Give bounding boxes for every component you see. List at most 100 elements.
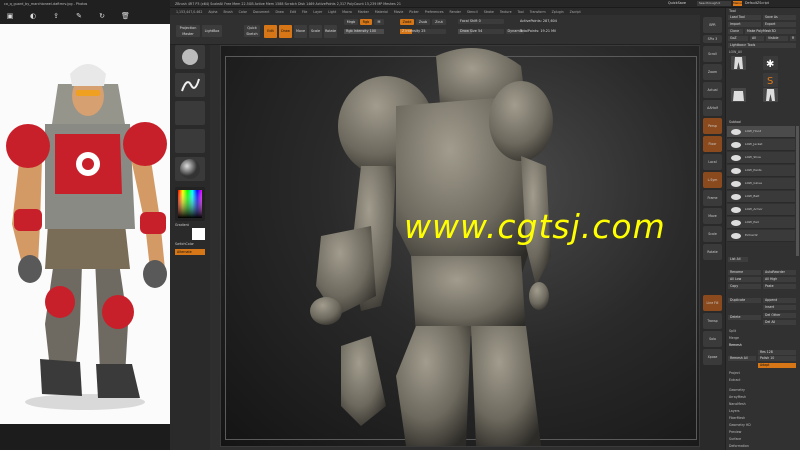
default-zscript-label[interactable]: DefaultZScript	[745, 1, 769, 5]
menu-preferences[interactable]: Preferences	[425, 10, 444, 14]
zoom-button[interactable]: Zoom	[703, 64, 722, 80]
move-button[interactable]: Move	[294, 25, 307, 38]
aahalf-button[interactable]: AAHalf	[703, 100, 722, 116]
rotate-icon[interactable]: ↻	[98, 12, 106, 20]
adapt-button[interactable]: Adapt	[758, 363, 796, 368]
persp-button[interactable]: Persp	[703, 118, 722, 134]
list-all-button[interactable]: List All	[728, 257, 748, 262]
m-button[interactable]: M	[374, 19, 384, 25]
menu-movie[interactable]: Movie	[394, 10, 403, 14]
surface-section[interactable]: Surface	[729, 437, 741, 441]
menu-light[interactable]: Light	[328, 10, 336, 14]
share-icon[interactable]: ⇪	[52, 12, 60, 20]
all-button[interactable]: All	[750, 36, 764, 41]
subtool-row[interactable]: LOW_Belt	[727, 191, 795, 203]
lsym-button[interactable]: L.Sym	[703, 172, 722, 188]
subtool-row[interactable]: LOW_Pad	[727, 217, 795, 229]
draw-button[interactable]: Draw	[279, 25, 292, 38]
subtool-row[interactable]: LOW_Hood	[727, 126, 795, 138]
lightbox-tools-button[interactable]: Lightbox> Tools	[728, 43, 796, 48]
move-view-button[interactable]: Move	[703, 208, 722, 224]
projection-master-button[interactable]: Projection Master	[176, 25, 200, 37]
frame-button[interactable]: Frame	[703, 190, 722, 206]
rotate-view-button[interactable]: Rotate	[703, 244, 722, 260]
scroll-button[interactable]: Scroll	[703, 46, 722, 62]
all-low-button[interactable]: All Low	[728, 277, 761, 282]
append-button[interactable]: Append	[763, 298, 796, 303]
scale-view-button[interactable]: Scale	[703, 226, 722, 242]
menu-zplugin[interactable]: Zplugin	[552, 10, 564, 14]
actual-button[interactable]: Actual	[703, 82, 722, 98]
image-icon[interactable]: ▣	[6, 12, 14, 20]
geometry-section[interactable]: Geometry	[729, 388, 745, 392]
zbrush-viewport[interactable]: www.cgtsj.com	[220, 45, 700, 447]
gradient-label[interactable]: Gradient	[175, 223, 189, 227]
make-polymesh-button[interactable]: Make PolyMesh3D	[745, 29, 796, 34]
menu-picker[interactable]: Picker	[409, 10, 419, 14]
transp-button[interactable]: Transp	[703, 313, 722, 329]
switchcolor-label[interactable]: SwitchColor	[175, 242, 194, 246]
menu-layer[interactable]: Layer	[313, 10, 322, 14]
floor-button[interactable]: Floor	[703, 136, 722, 152]
copy-button[interactable]: Copy	[728, 284, 761, 289]
color-picker[interactable]	[175, 187, 205, 221]
zcut-button[interactable]: Zcut	[432, 19, 446, 25]
menu-material[interactable]: Material	[375, 10, 388, 14]
zsub-button[interactable]: Zsub	[416, 19, 430, 25]
insert-button[interactable]: Insert	[763, 305, 796, 310]
tool-thumb-low-all[interactable]	[731, 56, 746, 70]
menu-file[interactable]: File	[302, 10, 307, 14]
save-as-button[interactable]: Save As	[763, 15, 796, 20]
solo-button[interactable]: Solo	[703, 331, 722, 347]
duplicate-button[interactable]: Duplicate	[728, 298, 761, 303]
remesh-all-button[interactable]: Remesh All	[728, 356, 756, 361]
tool-thumb-pants-low[interactable]	[763, 88, 778, 102]
menu-texture[interactable]: Texture	[500, 10, 512, 14]
del-all-button[interactable]: Del All	[763, 320, 796, 325]
menu-tool[interactable]: Tool	[518, 10, 524, 14]
xpose-button[interactable]: Xpose	[703, 349, 722, 365]
arraymesh-section[interactable]: ArrayMesh	[729, 395, 746, 399]
auto-reorder-button[interactable]: AutoReorder	[763, 270, 796, 275]
rename-button[interactable]: Rename	[728, 270, 761, 275]
zadd-button[interactable]: Zadd	[400, 19, 414, 25]
edit-button[interactable]: Edit	[264, 25, 277, 38]
menu-document[interactable]: Document	[253, 10, 270, 14]
polish-slider[interactable]: Polish 10	[758, 356, 796, 361]
fibermesh-section[interactable]: FiberMesh	[729, 416, 745, 420]
paste-button[interactable]: Paste	[763, 284, 796, 289]
visible-button[interactable]: Visible	[766, 36, 788, 41]
menu-stencil[interactable]: Stencil	[467, 10, 478, 14]
sculpt-model[interactable]	[221, 46, 700, 447]
menu-zscript[interactable]: Zscript	[570, 10, 581, 14]
merge-section[interactable]: Merge	[729, 336, 739, 340]
subtool-row[interactable]: LOW_Jacket	[727, 139, 795, 151]
del-other-button[interactable]: Del Other	[763, 313, 796, 318]
menu-transform[interactable]: Transform	[530, 10, 546, 14]
menu-draw[interactable]: Draw	[276, 10, 284, 14]
nanomesh-section[interactable]: NanoMesh	[729, 402, 746, 406]
tool-thumb-sphere[interactable]: ✱	[763, 56, 778, 70]
subtool-row[interactable]: LOW_Armor	[727, 204, 795, 216]
menu-color[interactable]: Color	[239, 10, 247, 14]
all-high-button[interactable]: All High	[763, 277, 796, 282]
r-button[interactable]: R	[790, 36, 796, 41]
remesh-section[interactable]: Remesh	[729, 343, 742, 347]
rgb-button[interactable]: Rgb	[360, 19, 372, 25]
subtool-row[interactable]: LOW_Glove	[727, 178, 795, 190]
draw-icon[interactable]: ✎	[75, 12, 83, 20]
menu-macro[interactable]: Macro	[342, 10, 352, 14]
alternate-button[interactable]: Alternate	[175, 249, 205, 255]
main-color-swatch[interactable]	[192, 228, 205, 240]
subtool-title[interactable]: Subtool	[729, 120, 741, 124]
spix-slider[interactable]: SPix 3	[703, 35, 722, 43]
scale-button[interactable]: Scale	[309, 25, 322, 38]
texture-thumbnail[interactable]	[175, 129, 205, 153]
delete-icon[interactable]: 🗑	[121, 12, 130, 20]
res-slider[interactable]: Res 128	[758, 350, 796, 355]
menu-stroke[interactable]: Stroke	[484, 10, 494, 14]
brush-thumbnail[interactable]	[175, 45, 205, 69]
menu-render[interactable]: Render	[450, 10, 461, 14]
deformation-section[interactable]: Deformation	[729, 444, 749, 448]
enhance-icon[interactable]: ◐	[29, 12, 37, 20]
